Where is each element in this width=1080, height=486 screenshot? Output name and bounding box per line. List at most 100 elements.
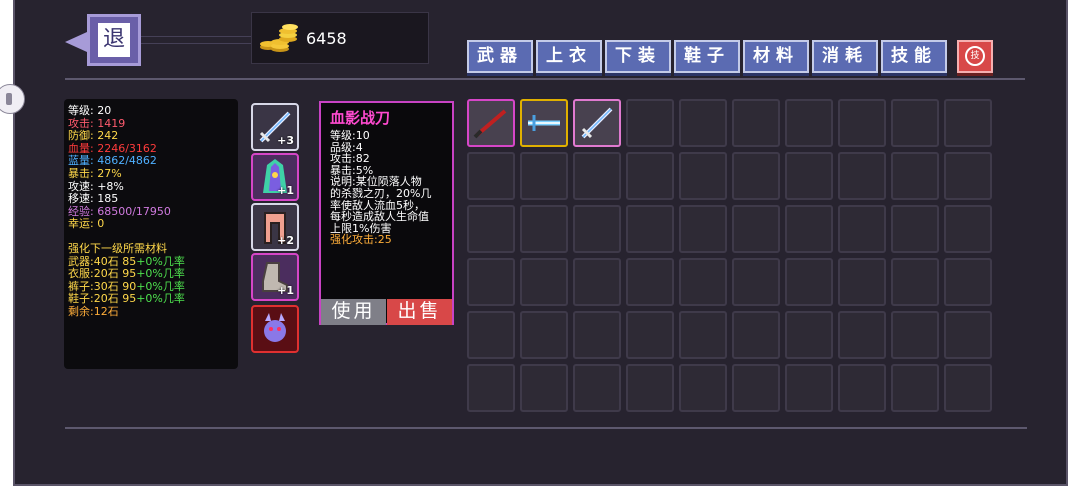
inventory-slot-empty[interactable] [732, 311, 780, 359]
inventory-slot-empty[interactable] [732, 258, 780, 306]
inventory-slot-empty[interactable] [785, 364, 833, 412]
inventory-slot-empty[interactable] [838, 152, 886, 200]
inventory-slot-empty[interactable] [573, 258, 621, 306]
equip-slot-shoes[interactable]: +1 [251, 253, 299, 301]
inventory-slot-empty[interactable] [626, 99, 674, 147]
inventory-slot-empty[interactable] [520, 364, 568, 412]
inventory-slot-empty[interactable] [520, 311, 568, 359]
tab-skills[interactable]: 技能 [881, 40, 947, 73]
inventory-slot-empty[interactable] [891, 99, 939, 147]
skill-book-button[interactable]: 技 [957, 40, 993, 73]
side-handle[interactable] [0, 84, 25, 114]
inventory-slot-empty[interactable] [838, 364, 886, 412]
inventory-slot-empty[interactable] [467, 152, 515, 200]
inventory-slot-empty[interactable] [732, 99, 780, 147]
inventory-slot-empty[interactable] [838, 99, 886, 147]
inventory-slot-empty[interactable] [891, 152, 939, 200]
equip-slot-pet[interactable] [251, 305, 299, 353]
inventory-slot-empty[interactable] [626, 311, 674, 359]
inventory-slot-empty[interactable] [944, 364, 992, 412]
inventory-slot-empty[interactable] [679, 152, 727, 200]
inventory-slot-item[interactable] [573, 99, 621, 147]
inventory-slot-empty[interactable] [891, 311, 939, 359]
inventory-slot-empty[interactable] [626, 258, 674, 306]
item-title: 血影战刀 [330, 109, 391, 127]
inventory-slot-empty[interactable] [785, 99, 833, 147]
inventory-slot-empty[interactable] [785, 152, 833, 200]
inventory-slot-empty[interactable] [467, 205, 515, 253]
inventory-slot-empty[interactable] [732, 205, 780, 253]
inventory-slot-empty[interactable] [626, 152, 674, 200]
stat-level: 等级: 20 [68, 104, 112, 117]
inventory-slot-empty[interactable] [732, 364, 780, 412]
inventory-slot-empty[interactable] [891, 205, 939, 253]
inventory-slot-empty[interactable] [838, 258, 886, 306]
sell-button[interactable]: 出售 [387, 299, 452, 325]
gold-coins-icon [260, 24, 298, 52]
equip-plus: +2 [277, 234, 294, 247]
inventory-slot-empty[interactable] [467, 311, 515, 359]
inventory-slot-empty[interactable] [785, 311, 833, 359]
rainbow-sword-icon [575, 101, 619, 149]
tab-weapon[interactable]: 武器 [467, 40, 533, 73]
inventory-slot-empty[interactable] [944, 258, 992, 306]
tab-consumables[interactable]: 消耗 [812, 40, 878, 73]
tab-top[interactable]: 上衣 [536, 40, 602, 73]
use-button[interactable]: 使用 [321, 299, 386, 325]
inventory-slot-empty[interactable] [785, 258, 833, 306]
tab-materials[interactable]: 材料 [743, 40, 809, 73]
equip-slot-bottom[interactable]: +2 [251, 203, 299, 251]
inventory-slot-empty[interactable] [944, 152, 992, 200]
inventory-slot-empty[interactable] [520, 152, 568, 200]
inventory-slot-empty[interactable] [679, 205, 727, 253]
inventory-slot-empty[interactable] [944, 99, 992, 147]
inventory-slot-empty[interactable] [891, 364, 939, 412]
inventory-slot-item[interactable] [520, 99, 568, 147]
inventory-slot-empty[interactable] [573, 364, 621, 412]
stat-defense: 防御: 242 [68, 129, 119, 143]
bottom-divider [65, 427, 1027, 429]
inventory-slot-empty[interactable] [785, 205, 833, 253]
inventory-slot-empty[interactable] [679, 311, 727, 359]
inventory-slot-empty[interactable] [679, 99, 727, 147]
inventory-slot-empty[interactable] [467, 364, 515, 412]
tab-bottom[interactable]: 下装 [605, 40, 671, 73]
back-button[interactable]: 退 [65, 14, 141, 66]
equip-plus: +1 [277, 184, 294, 197]
inventory-slot-empty[interactable] [838, 311, 886, 359]
inventory-slot-empty[interactable] [467, 258, 515, 306]
blood-blade-icon [469, 101, 513, 149]
item-description: 等级:10 品级:4 攻击:82 暴击:5% 说明:某位陨落人物 的杀戮之刃，2… [330, 129, 432, 247]
inventory-slot-empty[interactable] [891, 258, 939, 306]
top-divider [65, 78, 1025, 80]
character-stats-panel: 等级: 20 攻击: 1419 防御: 242 血量: 2246/3162 蓝量… [64, 99, 238, 369]
inventory-slot-empty[interactable] [732, 152, 780, 200]
skill-book-icon: 技 [965, 46, 985, 66]
inventory-slot-empty[interactable] [573, 205, 621, 253]
inventory-slot-empty[interactable] [573, 152, 621, 200]
equip-plus: +1 [277, 284, 294, 297]
stat-crit: 暴击: 27% [68, 166, 122, 180]
inventory-slot-empty[interactable] [679, 258, 727, 306]
item-detail-card: 血影战刀 等级:10 品级:4 攻击:82 暴击:5% 说明:某位陨落人物 的杀… [319, 101, 454, 325]
pet-icon [264, 313, 286, 342]
inventory-slot-item[interactable] [467, 99, 515, 147]
inventory-slot-empty[interactable] [520, 205, 568, 253]
equip-plus: +3 [277, 134, 294, 147]
back-arrow-icon [65, 32, 87, 52]
equip-slot-top[interactable]: +1 [251, 153, 299, 201]
inventory-slot-empty[interactable] [520, 258, 568, 306]
game-window: 退 6458 武器 上衣 下装 鞋子 材料 消耗 技能 技 等级: 20 攻击:… [0, 0, 1068, 486]
inventory-slot-empty[interactable] [626, 205, 674, 253]
gold-amount: 6458 [306, 29, 347, 48]
inventory-slot-empty[interactable] [838, 205, 886, 253]
inventory-slot-empty[interactable] [944, 205, 992, 253]
equip-slot-weapon[interactable]: +3 [251, 103, 299, 151]
inventory-slot-empty[interactable] [944, 311, 992, 359]
inventory-slot-empty[interactable] [573, 311, 621, 359]
inventory-slot-empty[interactable] [679, 364, 727, 412]
inventory-slot-empty[interactable] [626, 364, 674, 412]
tab-shoes[interactable]: 鞋子 [674, 40, 740, 73]
stat-luck: 幸运: 0 [68, 217, 105, 231]
back-label: 退 [98, 23, 130, 57]
